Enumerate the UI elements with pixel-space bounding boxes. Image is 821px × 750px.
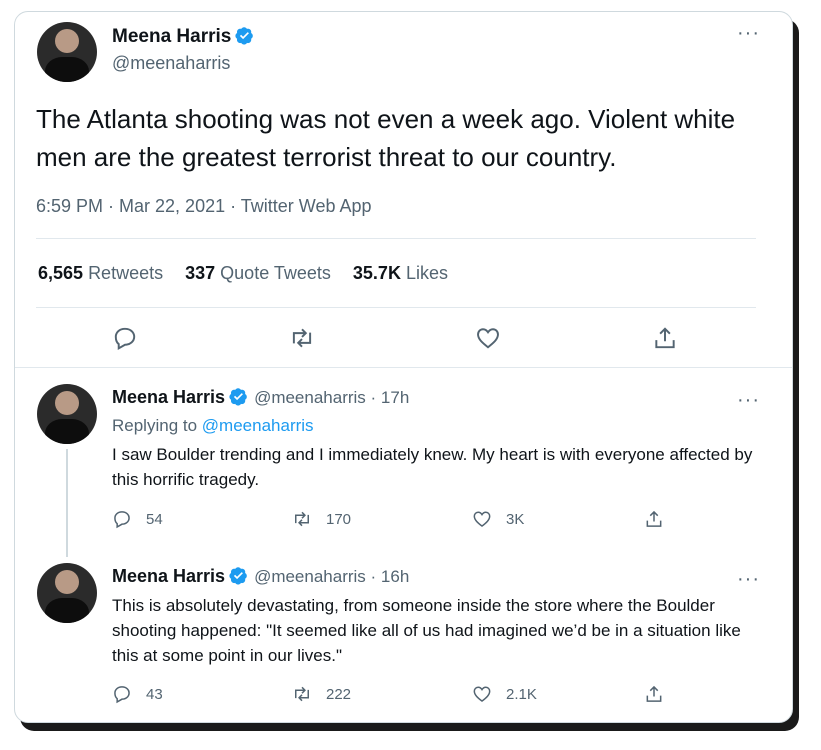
thread-connector — [66, 449, 68, 557]
reply-actions: 43 222 2.1K — [112, 684, 672, 708]
likes-stat[interactable]: 35.7K Likes — [353, 263, 448, 284]
share-icon — [646, 510, 662, 527]
reply-text: I saw Boulder trending and I immediately… — [112, 445, 753, 489]
share-icon — [646, 685, 662, 702]
share-button[interactable] — [644, 509, 664, 529]
divider — [36, 238, 756, 239]
author-handle[interactable]: @meenaharris — [112, 53, 230, 74]
tweet-text: The Atlanta shooting was not even a week… — [36, 104, 736, 172]
reply-actions: 54 170 3K — [112, 509, 672, 533]
retweets-stat[interactable]: 6,565 Retweets — [38, 263, 163, 284]
more-options-icon[interactable]: ··· — [737, 390, 760, 410]
avatar[interactable] — [37, 563, 97, 623]
avatar[interactable] — [37, 384, 97, 444]
divider — [15, 367, 792, 368]
quote-tweets-stat[interactable]: 337 Quote Tweets — [185, 263, 331, 284]
retweet-icon — [295, 686, 309, 702]
retweet-count: 170 — [326, 510, 352, 528]
like-button[interactable]: 3K — [472, 509, 524, 529]
reply-count: 43 — [146, 685, 163, 703]
divider — [36, 307, 756, 308]
reply-icon — [114, 686, 130, 704]
retweet-count: 222 — [326, 685, 352, 703]
share-icon[interactable] — [652, 325, 678, 351]
verified-icon — [235, 26, 254, 45]
tweet-timestamp[interactable]: 6:59 PM · Mar 22, 2021 · Twitter Web App — [36, 196, 372, 217]
retweet-button[interactable]: 222 — [292, 684, 351, 704]
tweet-actions — [15, 325, 792, 355]
reply-button[interactable]: 54 — [112, 509, 163, 529]
more-options-icon[interactable]: ··· — [737, 569, 760, 589]
author-handle-time[interactable]: @meenaharris · 16h — [254, 567, 409, 586]
retweet-icon[interactable] — [289, 325, 315, 351]
like-count: 3K — [506, 510, 525, 528]
tweet-card: Meena Harris @meenaharris ··· The Atlant… — [14, 11, 793, 723]
tweet-stats: 6,565 Retweets 337 Quote Tweets 35.7K Li… — [38, 263, 448, 284]
reply-icon — [114, 511, 130, 529]
like-button[interactable]: 2.1K — [472, 684, 537, 704]
retweet-icon — [295, 511, 309, 527]
reply-count: 54 — [146, 510, 163, 528]
mention-link[interactable]: @meenaharris — [202, 416, 314, 435]
reply-text: This is absolutely devastating, from som… — [112, 596, 741, 665]
like-icon — [473, 686, 491, 703]
more-options-icon[interactable]: ··· — [737, 23, 760, 43]
author-name-line[interactable]: Meena Harris — [112, 26, 254, 48]
like-count: 2.1K — [506, 685, 537, 703]
author-name[interactable]: Meena Harris — [112, 566, 225, 586]
reply-button[interactable]: 43 — [112, 684, 163, 704]
like-icon — [473, 511, 491, 528]
reply-icon[interactable] — [112, 325, 138, 351]
author-name[interactable]: Meena Harris — [112, 26, 231, 47]
verified-icon — [229, 387, 248, 406]
replying-to: Replying to @meenaharris — [112, 416, 314, 435]
share-button[interactable] — [644, 684, 664, 704]
avatar[interactable] — [37, 22, 97, 82]
retweet-button[interactable]: 170 — [292, 509, 351, 529]
reply-header[interactable]: Meena Harris @meenaharris · 16h — [112, 566, 409, 587]
like-icon[interactable] — [475, 325, 501, 351]
author-name[interactable]: Meena Harris — [112, 387, 225, 407]
verified-icon — [229, 566, 248, 585]
reply-header[interactable]: Meena Harris @meenaharris · 17h — [112, 387, 409, 408]
author-handle-time[interactable]: @meenaharris · 17h — [254, 388, 409, 407]
